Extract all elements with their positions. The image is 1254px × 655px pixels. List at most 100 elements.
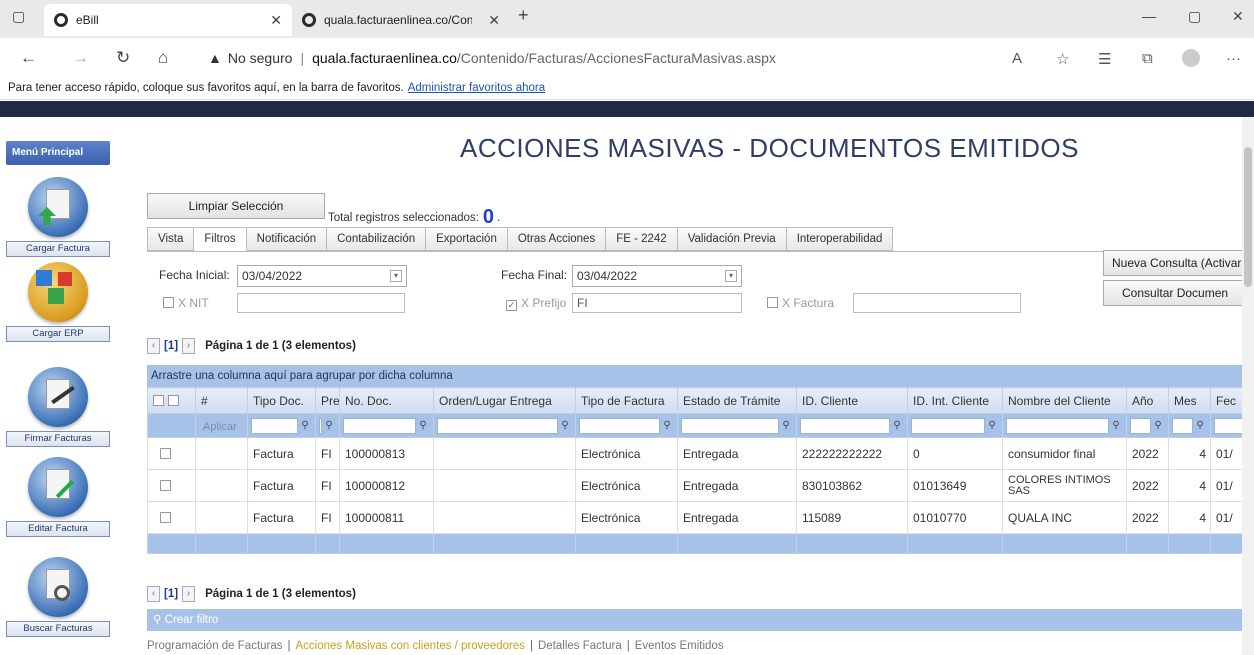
forward-icon[interactable]: →	[72, 48, 89, 68]
filter-icon[interactable]: ⚲	[298, 419, 312, 433]
factura-checkbox[interactable]	[767, 297, 778, 308]
chevron-down-icon[interactable]: ▾	[725, 270, 737, 282]
nit-input[interactable]	[237, 293, 405, 313]
column-header[interactable]: ID. Int. Cliente	[907, 387, 1003, 414]
prefijo-checkbox[interactable]: ✓	[506, 300, 517, 311]
select-page-checkbox[interactable]	[168, 394, 179, 406]
tab-interoperabilidad[interactable]: Interoperabilidad	[786, 227, 894, 251]
filter-icon[interactable]: ⚲	[660, 419, 674, 433]
factura-filter[interactable]: X Factura	[767, 296, 834, 310]
row-checkbox[interactable]	[160, 511, 171, 523]
new-tab-icon[interactable]: +	[518, 5, 529, 26]
next-page-icon[interactable]: ›	[182, 586, 196, 602]
next-page-icon[interactable]: ›	[182, 338, 196, 354]
sidebar-item-cargar-factura[interactable]: Cargar Factura	[6, 177, 110, 257]
column-filter-input[interactable]	[681, 417, 779, 434]
home-icon[interactable]: ⌂	[158, 48, 168, 68]
minimize-icon[interactable]: —	[1142, 8, 1156, 24]
sidebar-item-firmar-facturas[interactable]: Firmar Facturas	[6, 367, 110, 447]
filter-icon[interactable]: ⚲	[1151, 419, 1165, 433]
column-filter-input[interactable]	[251, 417, 298, 434]
more-icon[interactable]: ···	[1226, 50, 1241, 67]
link-acciones-masivas[interactable]: Acciones Masivas con clientes / proveedo…	[296, 640, 525, 652]
column-header[interactable]: Pre	[315, 387, 340, 414]
prev-page-icon[interactable]: ‹	[147, 586, 160, 602]
filter-icon[interactable]: ⚲	[779, 419, 793, 433]
column-header[interactable]: Orden/Lugar Entrega	[433, 387, 576, 414]
read-aloud-icon[interactable]: A	[1012, 50, 1022, 67]
tab-contabilizacion[interactable]: Contabilización	[327, 227, 427, 251]
nit-filter[interactable]: X NIT	[163, 296, 209, 310]
link-eventos-emitidos[interactable]: Eventos Emitidos	[635, 640, 724, 652]
prefijo-input[interactable]: FI	[572, 293, 742, 313]
filter-icon[interactable]: ⚲	[558, 419, 572, 433]
filter-icon[interactable]: ⚲	[985, 419, 999, 433]
filter-icon[interactable]: ⚲	[890, 419, 904, 433]
current-page[interactable]: [1]	[164, 588, 178, 600]
url-field[interactable]: ▲ No seguro | quala.facturaenlinea.co/Conte…	[208, 50, 776, 66]
sidebar-item-editar-factura[interactable]: Editar Factura	[6, 457, 110, 537]
tab-exportacion[interactable]: Exportación	[426, 227, 508, 251]
table-row[interactable]: Factura FI 100000812 Electrónica Entrega…	[147, 469, 1254, 502]
column-header[interactable]: ID. Cliente	[796, 387, 908, 414]
column-header[interactable]: #	[195, 387, 248, 414]
column-header[interactable]: Tipo de Factura	[575, 387, 678, 414]
nit-checkbox[interactable]	[163, 297, 174, 308]
tab-actions-icon[interactable]: ▢	[12, 8, 25, 25]
restore-icon[interactable]: ▢	[1188, 8, 1201, 25]
column-filter-input[interactable]	[1130, 417, 1151, 434]
link-detalles-factura[interactable]: Detalles Factura	[538, 640, 622, 652]
close-tab-icon[interactable]: ✕	[488, 12, 500, 29]
column-header[interactable]: Año	[1126, 387, 1169, 414]
consultar-documentos-button[interactable]: Consultar Documen	[1103, 280, 1254, 306]
select-all-checkbox[interactable]	[153, 394, 164, 406]
fecha-inicial-select[interactable]: 03/04/2022 ▾	[237, 265, 407, 287]
close-tab-icon[interactable]: ✕	[270, 12, 282, 29]
column-filter-input[interactable]	[800, 417, 890, 434]
column-header[interactable]: Estado de Trámite	[677, 387, 797, 414]
add-favorite-icon[interactable]: ☆	[1056, 50, 1069, 68]
tab-otras-acciones[interactable]: Otras Acciones	[507, 227, 607, 251]
table-row[interactable]: Factura FI 100000811 Electrónica Entrega…	[147, 501, 1254, 534]
filter-icon[interactable]: ⚲	[1109, 419, 1123, 433]
scrollbar-thumb[interactable]	[1244, 147, 1252, 287]
column-header[interactable]: No. Doc.	[339, 387, 434, 414]
column-header[interactable]: Nombre del Cliente	[1002, 387, 1127, 414]
prefijo-filter[interactable]: ✓ X Prefijo	[506, 296, 566, 311]
row-checkbox[interactable]	[160, 479, 171, 491]
filter-icon[interactable]: ⚲	[416, 419, 430, 433]
clear-selection-button[interactable]: Limpiar Selección	[147, 193, 325, 219]
profile-avatar[interactable]	[1182, 49, 1200, 67]
nueva-consulta-button[interactable]: Nueva Consulta (Activar	[1103, 250, 1254, 276]
column-filter-input[interactable]	[1172, 417, 1193, 434]
chevron-down-icon[interactable]: ▾	[390, 270, 402, 282]
select-all-header[interactable]	[147, 387, 196, 414]
column-filter-input[interactable]	[579, 417, 660, 434]
back-icon[interactable]: ←	[20, 48, 37, 68]
manage-favorites-link[interactable]: Administrar favoritos ahora	[408, 82, 545, 94]
apply-filter-button[interactable]: Aplicar	[199, 421, 237, 433]
tab-fe-2242[interactable]: FE - 2242	[606, 227, 678, 251]
create-filter-link[interactable]: Crear filtro	[165, 614, 219, 626]
table-row[interactable]: Factura FI 100000813 Electrónica Entrega…	[147, 437, 1254, 470]
sidebar-item-cargar-erp[interactable]: Cargar ERP	[6, 262, 110, 342]
filter-icon[interactable]: ⚲	[1193, 419, 1207, 433]
sidebar-item-buscar-facturas[interactable]: Buscar Facturas	[6, 557, 110, 637]
tab-validacion-previa[interactable]: Validación Previa	[677, 227, 787, 251]
column-filter-input[interactable]	[911, 417, 985, 434]
favorites-icon[interactable]: ☰	[1098, 50, 1111, 68]
filter-icon[interactable]: ⚲	[322, 419, 336, 433]
column-filter-input[interactable]	[343, 417, 416, 434]
browser-tab-ebill[interactable]: eBill ✕	[44, 4, 292, 36]
collections-icon[interactable]: ⧉	[1142, 50, 1153, 67]
link-programacion[interactable]: Programación de Facturas	[147, 640, 283, 652]
current-page[interactable]: [1]	[164, 340, 178, 352]
factura-input[interactable]	[853, 293, 1021, 313]
column-filter-input[interactable]	[437, 417, 558, 434]
close-window-icon[interactable]: ✕	[1232, 8, 1244, 25]
page-scrollbar[interactable]	[1242, 117, 1254, 655]
column-header[interactable]: Tipo Doc.	[247, 387, 316, 414]
fecha-final-select[interactable]: 03/04/2022 ▾	[572, 265, 742, 287]
tab-vista[interactable]: Vista	[147, 227, 195, 251]
tab-notificacion[interactable]: Notificación	[246, 227, 328, 251]
